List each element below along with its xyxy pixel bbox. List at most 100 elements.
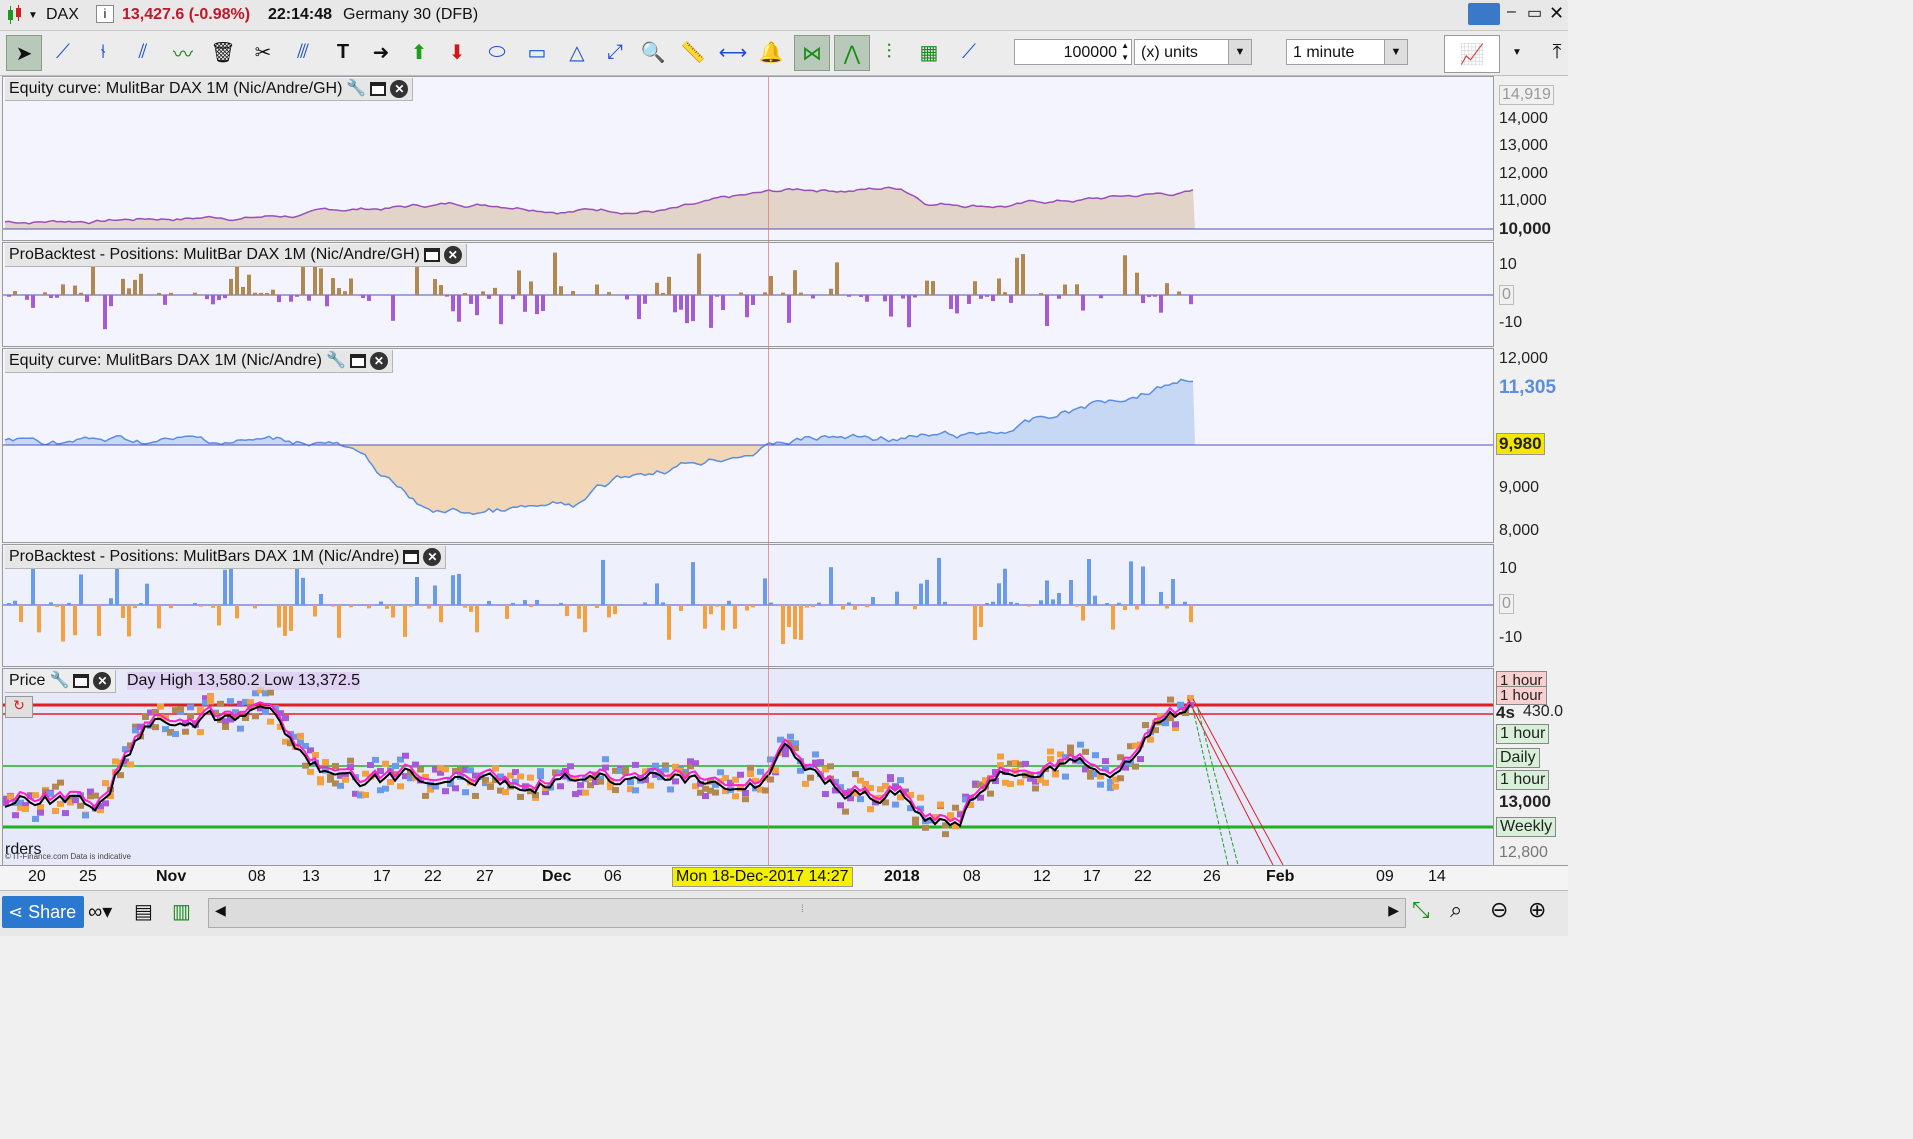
instrument-name: Germany 30 (DFB) <box>343 6 479 23</box>
trendline-icon[interactable]: ⟋ <box>46 35 80 69</box>
scale-label: -10 <box>1499 629 1523 646</box>
close-panel-icon[interactable]: ✕ <box>443 246 462 264</box>
zoom-fit-icon[interactable]: ⌕ <box>1450 897 1462 923</box>
window-icon[interactable] <box>370 82 387 96</box>
wrench-icon[interactable]: 🔧 <box>49 670 69 692</box>
scale-label: 14,000 <box>1499 110 1548 127</box>
refresh-icon[interactable]: ↻ <box>5 696 33 718</box>
arrow-down-icon[interactable]: ⬇ <box>440 35 474 69</box>
chart-type-icon[interactable]: 📈 <box>1444 35 1500 73</box>
price-tag: 430.0 <box>1523 703 1564 720</box>
fibonacci-icon[interactable]: ⋈ <box>794 35 830 71</box>
horizontal-line-icon[interactable]: ⟷ <box>716 35 750 69</box>
scale-label: 10 <box>1499 256 1517 273</box>
vertical-line-icon[interactable]: ⫮ <box>86 35 120 69</box>
panel-title-positions-2: ProBacktest - Positions: MulitBars DAX 1… <box>5 546 447 569</box>
rectangle-icon[interactable]: ▭ <box>520 35 554 69</box>
time-label: 27 <box>476 868 494 885</box>
restore-icon[interactable]: ▭ <box>1527 3 1542 23</box>
horizontal-scrollbar[interactable]: ◀ ⁞ ▶ <box>208 898 1406 928</box>
window-icon[interactable] <box>73 674 90 688</box>
grid-icon[interactable]: ▦ <box>912 35 946 69</box>
measure-icon[interactable]: ⤢ <box>598 35 632 69</box>
close-panel-icon[interactable]: ✕ <box>93 672 112 690</box>
share-button[interactable]: ⋖ Share <box>2 896 84 928</box>
arrow-right-icon[interactable]: ➜ <box>364 35 398 69</box>
time-label: Dec <box>542 868 572 885</box>
keyboard-icon[interactable] <box>1468 3 1500 25</box>
scale-label: 12,000 <box>1499 350 1548 367</box>
clock-time: 22:14:48 <box>268 6 333 23</box>
indicator-icon[interactable]: 〰 <box>166 35 200 69</box>
drawing-toolbar: ➤ ⟋ ⫮ ⫽ 〰 🗑 ✂ ⫻ T ➜ ⬆ ⬇ ⬭ ▭ △ ⤢ 🔍 📏 ⟷ 🔔 … <box>0 31 1568 76</box>
scroll-arrow-icon[interactable]: ⤒ <box>1540 35 1574 69</box>
triangle-icon[interactable]: △ <box>560 35 594 69</box>
tools-icon[interactable]: ✂ <box>246 35 280 69</box>
last-value-tag: 14,919 <box>1499 85 1554 105</box>
wave-icon[interactable]: ⋀ <box>834 35 870 71</box>
panel-title-positions-1: ProBacktest - Positions: MulitBar DAX 1M… <box>5 244 467 267</box>
chevron-down-icon[interactable]: ▼ <box>1384 40 1407 64</box>
window-icon[interactable] <box>423 248 440 262</box>
timeframe-select[interactable]: 1 minute ▼ <box>1286 39 1408 65</box>
arrow-up-icon[interactable]: ⬆ <box>402 35 436 69</box>
equity-1-scale: 14,919 14,000 13,000 12,000 11,000 10,00… <box>1493 76 1568 239</box>
symbol-label[interactable]: DAX <box>46 6 79 24</box>
pointer-icon[interactable]: ➤ <box>6 35 42 71</box>
scroll-thumb-grip-icon[interactable]: ⁞ <box>801 904 804 915</box>
price-plot <box>3 687 1493 865</box>
quantity-input[interactable]: 100000 ▲ ▼ <box>1014 39 1132 65</box>
info-icon[interactable]: i <box>96 5 114 23</box>
panel-title-text: Equity curve: MulitBars DAX 1M (Nic/Andr… <box>9 352 322 369</box>
ellipse-icon[interactable]: ⬭ <box>480 35 514 69</box>
price-tag: 1 hour <box>1496 770 1550 790</box>
layout-icon[interactable]: ▥ <box>172 899 191 924</box>
time-label: Nov <box>156 868 187 885</box>
chevron-down-icon[interactable]: ▼ <box>28 10 38 21</box>
auto-scale-icon[interactable]: ⤡ <box>1412 897 1430 923</box>
panel-title-text: Equity curve: MulitBar DAX 1M (Nic/Andre… <box>9 80 343 97</box>
scroll-right-icon[interactable]: ▶ <box>1388 902 1399 919</box>
parallel-lines-icon[interactable]: ⫻ <box>286 35 320 69</box>
close-panel-icon[interactable]: ✕ <box>390 80 409 98</box>
scale-label: 12,000 <box>1499 165 1548 182</box>
close-panel-icon[interactable]: ✕ <box>369 352 388 370</box>
list-icon[interactable]: ▤ <box>134 899 153 924</box>
close-icon[interactable]: ✕ <box>1549 3 1564 24</box>
window-icon[interactable] <box>403 550 420 564</box>
stepper-icon[interactable]: ▲ ▼ <box>1121 40 1129 64</box>
fan-icon[interactable]: ⫶ <box>872 35 906 69</box>
chevron-down-icon[interactable]: ▼ <box>1500 35 1534 69</box>
time-label: 25 <box>79 868 97 885</box>
zoom-out-icon[interactable]: ⊖ <box>1490 897 1508 923</box>
trash-icon[interactable]: 🗑 <box>206 35 240 69</box>
time-axis: 20 25 Nov 08 13 17 22 27 Dec 06 Mon 18-D… <box>0 865 1568 890</box>
wrench-icon[interactable]: 🔧 <box>326 350 346 372</box>
text-tool-icon[interactable]: T <box>326 35 360 69</box>
panel-title-text: ProBacktest - Positions: MulitBars DAX 1… <box>9 548 400 565</box>
day-high-low-text: Day High 13,580.2 Low 13,372.5 <box>127 672 361 690</box>
price-tag: 1 hour <box>1496 724 1550 744</box>
close-panel-icon[interactable]: ✕ <box>423 548 442 566</box>
chart-area: Equity curve: MulitBar DAX 1M (Nic/Andre… <box>0 76 1568 889</box>
zoom-in-icon[interactable]: ⊕ <box>1528 897 1546 923</box>
equity-curve-2-plot <box>3 378 1493 516</box>
time-label: 08 <box>963 868 981 885</box>
scale-label: 10 <box>1499 560 1517 577</box>
zoom-icon[interactable]: 🔍 <box>636 35 670 69</box>
ruler-icon[interactable]: 📏 <box>676 35 710 69</box>
scale-label: 8,000 <box>1499 522 1540 539</box>
ray-icon[interactable]: ⟋ <box>952 35 986 69</box>
scroll-left-icon[interactable]: ◀ <box>215 902 226 919</box>
wrench-icon[interactable]: 🔧 <box>346 78 366 100</box>
units-select[interactable]: (x) units ▼ <box>1134 39 1252 65</box>
link-icon[interactable]: ∞▾ <box>88 899 112 924</box>
alert-bell-icon[interactable]: 🔔 <box>754 35 788 69</box>
minimize-icon[interactable]: – <box>1507 3 1516 21</box>
window-icon[interactable] <box>349 354 366 368</box>
channel-icon[interactable]: ⫽ <box>126 35 160 69</box>
chevron-down-icon[interactable]: ▼ <box>1228 40 1251 64</box>
scale-label: 13,000 <box>1499 137 1548 154</box>
price-scale: 1 hour 1 hour 4s 430.0 1 hour Daily 1 ho… <box>1493 668 1568 864</box>
price-change: 13,427.6 (-0.98%) <box>122 6 251 23</box>
